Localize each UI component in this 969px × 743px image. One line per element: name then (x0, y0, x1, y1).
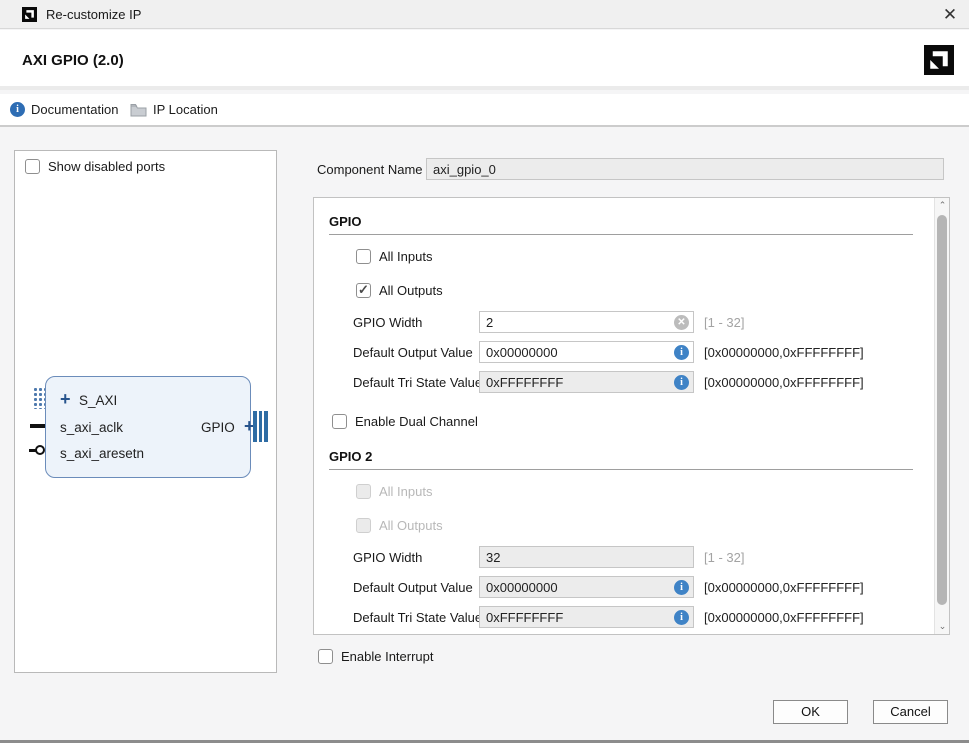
gpio-width-hint: [1 - 32] (704, 315, 744, 330)
gpio2-all-outputs-label: All Outputs (379, 518, 443, 533)
gpio2-section-title: GPIO 2 (329, 449, 372, 464)
block-preview-panel: Show disabled ports + S_AXI s_axi_aclk s… (14, 150, 277, 673)
gpio2-all-inputs-label: All Inputs (379, 484, 432, 499)
ip-header: AXI GPIO (2.0) (0, 30, 969, 90)
gpio-all-inputs-label: All Inputs (379, 249, 432, 264)
enable-dual-channel-checkbox[interactable] (332, 414, 347, 429)
ip-location-label: IP Location (153, 102, 218, 117)
port-s-axi: S_AXI (79, 393, 117, 408)
window-title: Re-customize IP (46, 0, 141, 29)
gpio2-dts-label: Default Tri State Value (353, 610, 482, 625)
gpio-all-outputs-checkbox[interactable] (356, 283, 371, 298)
reset-pin-icon (35, 445, 45, 455)
scroll-down-icon[interactable]: ⌄ (935, 619, 950, 634)
gpio-interface-stub-icon (253, 411, 268, 442)
ok-button[interactable]: OK (773, 700, 848, 724)
gpio2-all-outputs-row: All Outputs (356, 518, 443, 533)
gpio-dov-hint: [0x00000000,0xFFFFFFFF] (704, 345, 864, 360)
gpio-width-input[interactable] (479, 311, 694, 333)
info-icon[interactable]: i (674, 610, 689, 625)
recustomize-ip-dialog: Re-customize IP ✕ AXI GPIO (2.0) i Docum… (0, 0, 969, 743)
ip-block-symbol[interactable]: + S_AXI s_axi_aclk s_axi_aresetn GPIO + (45, 376, 251, 478)
cancel-button[interactable]: Cancel (873, 700, 948, 724)
xilinx-logo-large (924, 45, 954, 75)
scrollbar-thumb[interactable] (937, 215, 947, 605)
gpio2-section-rule (329, 469, 913, 470)
show-disabled-ports-row: Show disabled ports (25, 159, 165, 174)
gpio-all-outputs-label: All Outputs (379, 283, 443, 298)
port-s-axi-aresetn: s_axi_aresetn (60, 446, 144, 461)
enable-interrupt-checkbox[interactable] (318, 649, 333, 664)
documentation-button[interactable]: i Documentation (6, 94, 122, 125)
gpio-section-title: GPIO (329, 214, 362, 229)
gpio-all-inputs-checkbox[interactable] (356, 249, 371, 264)
gpio-all-inputs-row: All Inputs (356, 249, 432, 264)
gpio2-width-input (479, 546, 694, 568)
toolbar: i Documentation IP Location (0, 94, 969, 127)
xilinx-logo-icon (22, 7, 37, 22)
gpio2-all-outputs-checkbox (356, 518, 371, 533)
scrollbar[interactable]: ⌃ ⌄ (934, 198, 949, 634)
config-panel: GPIO All Inputs All Outputs GPIO Width ✕… (313, 197, 950, 635)
enable-dual-channel-row: Enable Dual Channel (332, 414, 478, 429)
gpio2-all-inputs-row: All Inputs (356, 484, 432, 499)
gpio-default-output-input[interactable] (479, 341, 694, 363)
gpio2-default-output-input (479, 576, 694, 598)
documentation-label: Documentation (31, 102, 118, 117)
scroll-up-icon[interactable]: ⌃ (935, 198, 950, 213)
info-icon[interactable]: i (674, 375, 689, 390)
titlebar: Re-customize IP ✕ (0, 0, 969, 29)
gpio-width-label: GPIO Width (353, 315, 422, 330)
close-icon[interactable]: ✕ (939, 4, 961, 26)
gpio-dts-label: Default Tri State Value (353, 375, 482, 390)
gpio2-all-inputs-checkbox (356, 484, 371, 499)
gpio2-dov-label: Default Output Value (353, 580, 473, 595)
enable-interrupt-label: Enable Interrupt (341, 649, 434, 664)
enable-interrupt-row: Enable Interrupt (318, 649, 434, 664)
port-s-axi-aclk: s_axi_aclk (60, 420, 123, 435)
info-icon[interactable]: i (674, 345, 689, 360)
info-icon[interactable]: i (674, 580, 689, 595)
gpio2-dov-hint: [0x00000000,0xFFFFFFFF] (704, 580, 864, 595)
gpio-dov-label: Default Output Value (353, 345, 473, 360)
show-disabled-ports-label: Show disabled ports (48, 159, 165, 174)
gpio2-default-tristate-input (479, 606, 694, 628)
s-axi-plus-icon[interactable]: + (60, 392, 71, 406)
gpio-all-outputs-row: All Outputs (356, 283, 443, 298)
gpio-section-rule (329, 234, 913, 235)
gpio-default-tristate-input[interactable] (479, 371, 694, 393)
folder-icon (130, 103, 147, 117)
component-name-label: Component Name (317, 162, 423, 177)
clock-pin-icon (30, 424, 45, 428)
gpio2-width-hint: [1 - 32] (704, 550, 744, 565)
show-disabled-ports-checkbox[interactable] (25, 159, 40, 174)
clear-icon[interactable]: ✕ (674, 315, 689, 330)
enable-dual-channel-label: Enable Dual Channel (355, 414, 478, 429)
gpio2-width-label: GPIO Width (353, 550, 422, 565)
component-name-field[interactable] (426, 158, 944, 180)
port-gpio: GPIO (201, 420, 235, 435)
s-axi-interface-stub-icon (32, 386, 45, 409)
gpio-dts-hint: [0x00000000,0xFFFFFFFF] (704, 375, 864, 390)
ip-location-button[interactable]: IP Location (126, 94, 222, 125)
info-icon: i (10, 102, 25, 117)
page-title: AXI GPIO (2.0) (22, 52, 124, 69)
gpio2-dts-hint: [0x00000000,0xFFFFFFFF] (704, 610, 864, 625)
